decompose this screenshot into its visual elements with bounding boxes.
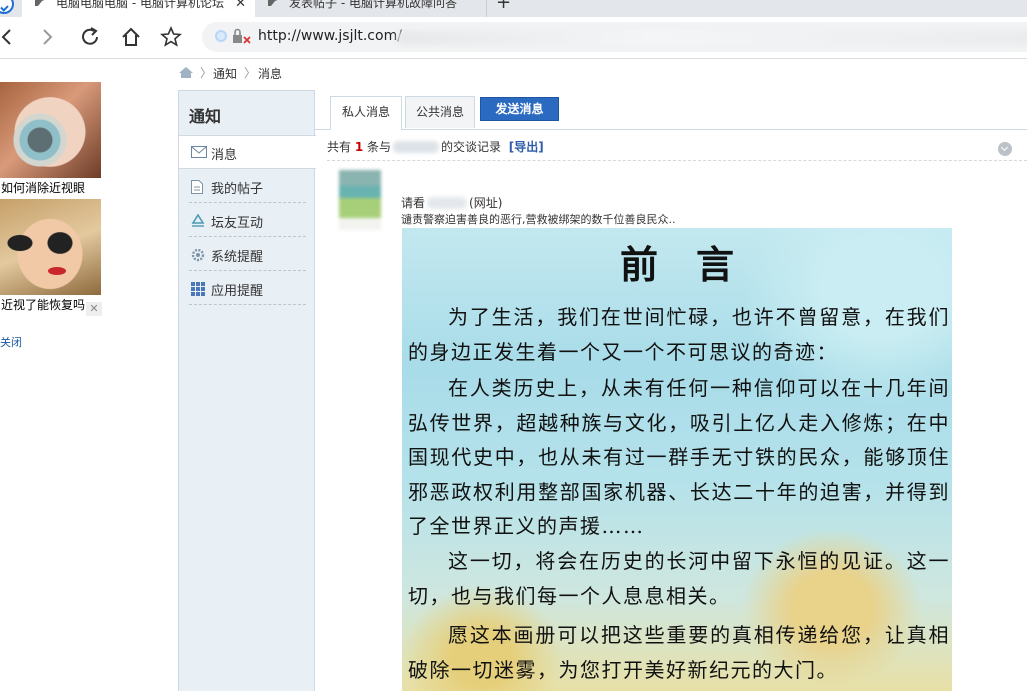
tab-close-icon[interactable]: ✕ bbox=[235, 0, 246, 13]
sidebar-item-message[interactable]: 消息 bbox=[189, 135, 306, 169]
bookmark-star-icon[interactable] bbox=[160, 26, 182, 48]
browser-tab-forum[interactable]: 电脑电脑电脑 - 电脑计算机论坛 ✕ bbox=[22, 0, 255, 17]
message-count: 1 bbox=[354, 140, 364, 154]
forum-favicon-icon bbox=[268, 0, 278, 6]
sidebar-item-my-posts[interactable]: 我的帖子 bbox=[189, 169, 306, 203]
message-sender-line: 请看 (网址) bbox=[401, 194, 502, 211]
summary-middle: 条与 bbox=[367, 140, 392, 154]
image-paragraph: 为了生活，我们在世间忙碌，也许不曾留意，在我们的身边正发生着一个又一个不可思议的… bbox=[408, 305, 950, 364]
sidebar-title: 通知 bbox=[189, 107, 222, 126]
grid-icon bbox=[191, 282, 205, 296]
ad-caption[interactable]: 如何消除近视眼 bbox=[1, 179, 85, 196]
image-paragraph: 在人类历史上，从未有任何一种信仰可以在十几年间弘传世界，超越种族与文化，吸引上亿… bbox=[408, 376, 950, 538]
message-tabs: 私人消息 公共消息 发送消息 bbox=[315, 90, 1027, 130]
ad-close-icon[interactable]: ✕ bbox=[86, 302, 102, 316]
ad-image-eye[interactable] bbox=[0, 82, 101, 178]
home-icon[interactable] bbox=[120, 26, 142, 48]
export-link[interactable]: [导出] bbox=[509, 140, 544, 154]
tab-private-messages[interactable]: 私人消息 bbox=[330, 96, 402, 130]
divider bbox=[327, 160, 1027, 161]
insecure-lock-icon[interactable] bbox=[232, 28, 252, 46]
summary-suffix: 的交谈记录 bbox=[441, 140, 502, 154]
envelope-icon bbox=[191, 146, 207, 158]
sidebar-item-label: 应用提醒 bbox=[211, 284, 264, 299]
notice-sidebar: 通知 消息 我的帖子 坛友互动 系统提醒 应用提醒 bbox=[178, 90, 316, 691]
home-icon[interactable] bbox=[178, 66, 194, 79]
image-paragraph: 这一切，将会在历史的长河中留下永恒的见证。这一切，也与我们每一个人息息相关。 bbox=[408, 549, 950, 608]
new-tab-button[interactable]: + bbox=[496, 0, 511, 13]
ad-close-link[interactable]: 关闭 bbox=[0, 334, 22, 350]
browser-nav-bar: http://www.jsjlt.com/ bbox=[0, 17, 1027, 59]
forward-icon[interactable] bbox=[36, 26, 58, 48]
url-text[interactable]: http://www.jsjlt.com/ bbox=[258, 28, 402, 44]
breadcrumb-item-notice[interactable]: 通知 bbox=[213, 65, 237, 82]
reload-icon[interactable] bbox=[79, 26, 101, 48]
collapse-chevron-icon[interactable] bbox=[998, 142, 1012, 156]
summary-prefix: 共有 bbox=[327, 140, 352, 154]
tab-title: 发表帖子 - 电脑计算机故障问答 bbox=[289, 0, 457, 10]
send-message-button[interactable]: 发送消息 bbox=[480, 97, 559, 121]
recycle-icon bbox=[191, 214, 205, 227]
ad-image-detail bbox=[48, 267, 66, 275]
conversation-summary: 共有 1 条与 的交谈记录 [导出] bbox=[327, 138, 544, 155]
sender-redaction bbox=[427, 197, 468, 209]
ad-image-woman[interactable] bbox=[0, 199, 101, 295]
ad-caption[interactable]: 近视了能恢复吗 bbox=[1, 296, 85, 313]
tab-public-messages[interactable]: 公共消息 bbox=[405, 96, 475, 128]
address-bar[interactable]: http://www.jsjlt.com/ bbox=[202, 22, 1027, 52]
breadcrumb-separator: 〉 bbox=[244, 66, 257, 80]
sidebar-item-label: 消息 bbox=[211, 148, 238, 163]
back-icon[interactable] bbox=[0, 26, 18, 48]
sidebar-item-interaction[interactable]: 坛友互动 bbox=[189, 203, 306, 237]
browser-tab-bar: 电脑电脑电脑 - 电脑计算机论坛 ✕ 发表帖子 - 电脑计算机故障问答 + bbox=[0, 0, 1027, 17]
message-text: 谴责警察迫害善良的恶行,营救被绑架的数千位善良民众.. bbox=[401, 213, 676, 226]
sidebar-item-label: 系统提醒 bbox=[211, 250, 264, 265]
url-redaction bbox=[397, 31, 1027, 45]
gear-icon bbox=[191, 248, 205, 262]
tab-title: 电脑电脑电脑 - 电脑计算机论坛 bbox=[56, 0, 224, 10]
image-paragraph: 愿这本画册可以把这些重要的真相传递给您，让真相破除一切迷雾，为您打开美好新纪元的… bbox=[408, 623, 950, 682]
document-icon bbox=[191, 180, 203, 194]
sidebar-item-label: 我的帖子 bbox=[211, 182, 264, 197]
message-image: 前言 为了生活，我们在世间忙碌，也许不曾留意，在我们的身边正发生着一个又一个不可… bbox=[402, 228, 952, 691]
sender-prefix: 请看 bbox=[401, 196, 426, 210]
username-redaction bbox=[393, 141, 440, 153]
breadcrumb-separator: 〉 bbox=[200, 66, 213, 80]
sender-suffix: (网址) bbox=[469, 196, 503, 210]
avatar[interactable] bbox=[339, 170, 381, 230]
browser-logo-icon bbox=[0, 0, 14, 14]
sidebar-item-app[interactable]: 应用提醒 bbox=[189, 271, 306, 305]
sidebar-item-label: 坛友互动 bbox=[211, 216, 264, 231]
shield-icon bbox=[215, 30, 227, 42]
breadcrumb-item-message[interactable]: 消息 bbox=[258, 65, 282, 82]
forum-favicon-icon bbox=[35, 0, 45, 6]
sidebar-item-system[interactable]: 系统提醒 bbox=[189, 237, 306, 271]
browser-tab-post[interactable]: 发表帖子 - 电脑计算机故障问答 bbox=[255, 0, 487, 17]
image-title: 前言 bbox=[619, 242, 772, 287]
